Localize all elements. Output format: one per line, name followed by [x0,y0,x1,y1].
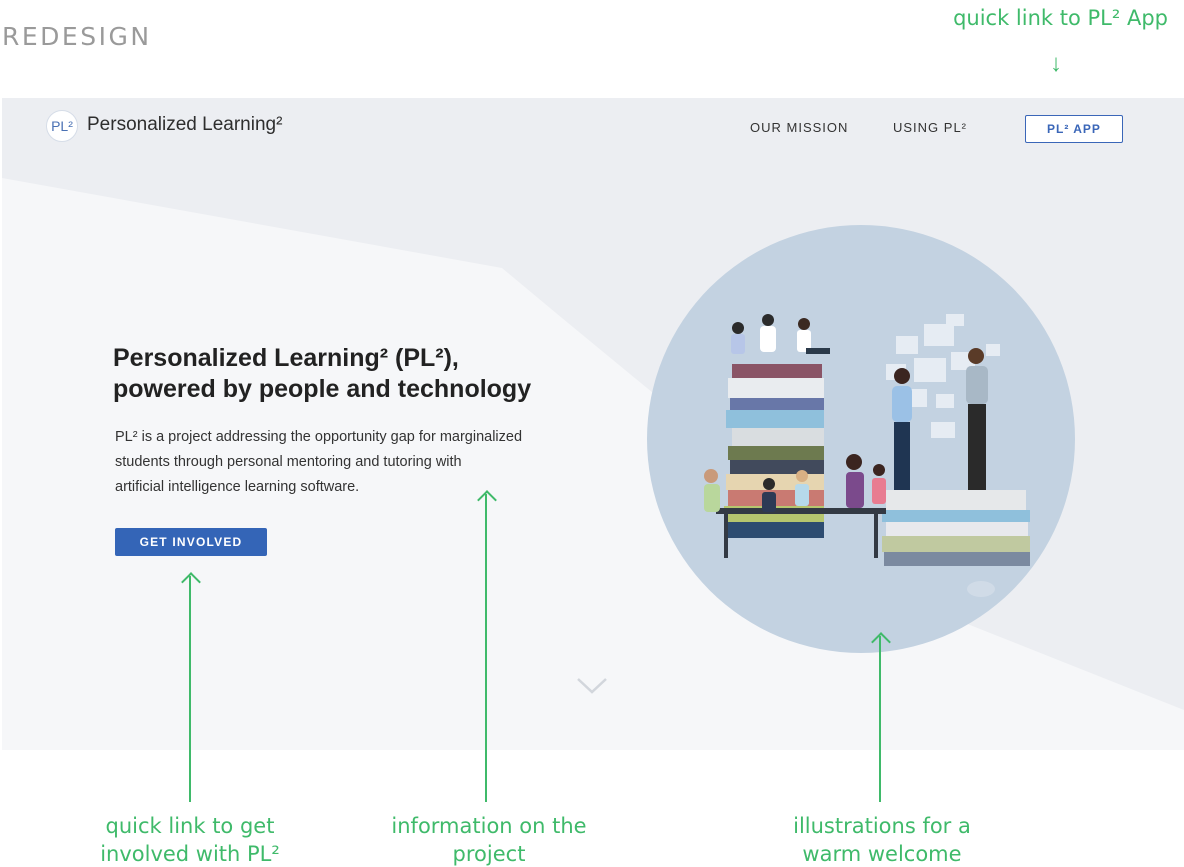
hero-title-line: powered by people and technology [113,375,532,403]
hero-description-line: artificial intelligence learning softwar… [115,479,360,495]
info-annotation-line [485,494,487,802]
cta-annotation: quick link to get involved with PL² [70,812,310,867]
nav-our-mission[interactable]: OUR MISSION [750,120,848,135]
annotation-line: information on the [391,814,587,838]
page: REDESIGN quick link to PL² App ↓ PL² Per… [0,0,1184,867]
info-annotation: information on the project [362,812,616,867]
app-link-annotation: quick link to PL² App [953,6,1168,30]
annotation-line: warm welcome [802,842,962,866]
brand-name[interactable]: Personalized Learning² [87,114,282,136]
arrow-down-icon: ↓ [1050,50,1062,77]
cta-annotation-line [189,576,191,802]
get-involved-button[interactable]: GET INVOLVED [115,528,267,556]
hero-illustration [647,225,1075,653]
redesign-label: REDESIGN [2,22,152,51]
annotation-line: project [452,842,526,866]
nav-using-pl2[interactable]: USING PL² [893,120,967,135]
annotation-line: quick link to get [105,814,275,838]
hero-description: PL² is a project addressing the opportun… [115,425,615,500]
hero-description-line: students through personal mentoring and … [115,454,462,470]
hero-description-line: PL² is a project addressing the opportun… [115,429,523,445]
pl2-app-button[interactable]: PL² APP [1025,115,1123,143]
illustration-circle [647,225,1075,653]
annotation-line: illustrations for a [793,814,971,838]
hero-title-line: Personalized Learning² (PL²), [113,344,459,372]
illustration-annotation-line [879,636,881,802]
annotation-line: involved with PL² [100,842,280,866]
hero-title: Personalized Learning² (PL²), powered by… [113,343,531,405]
illustration-annotation: illustrations for a warm welcome [762,812,1002,867]
website-mockup: PL² Personalized Learning² OUR MISSION U… [2,98,1184,750]
site-logo[interactable]: PL² [46,110,78,142]
chevron-down-icon[interactable] [575,676,609,696]
